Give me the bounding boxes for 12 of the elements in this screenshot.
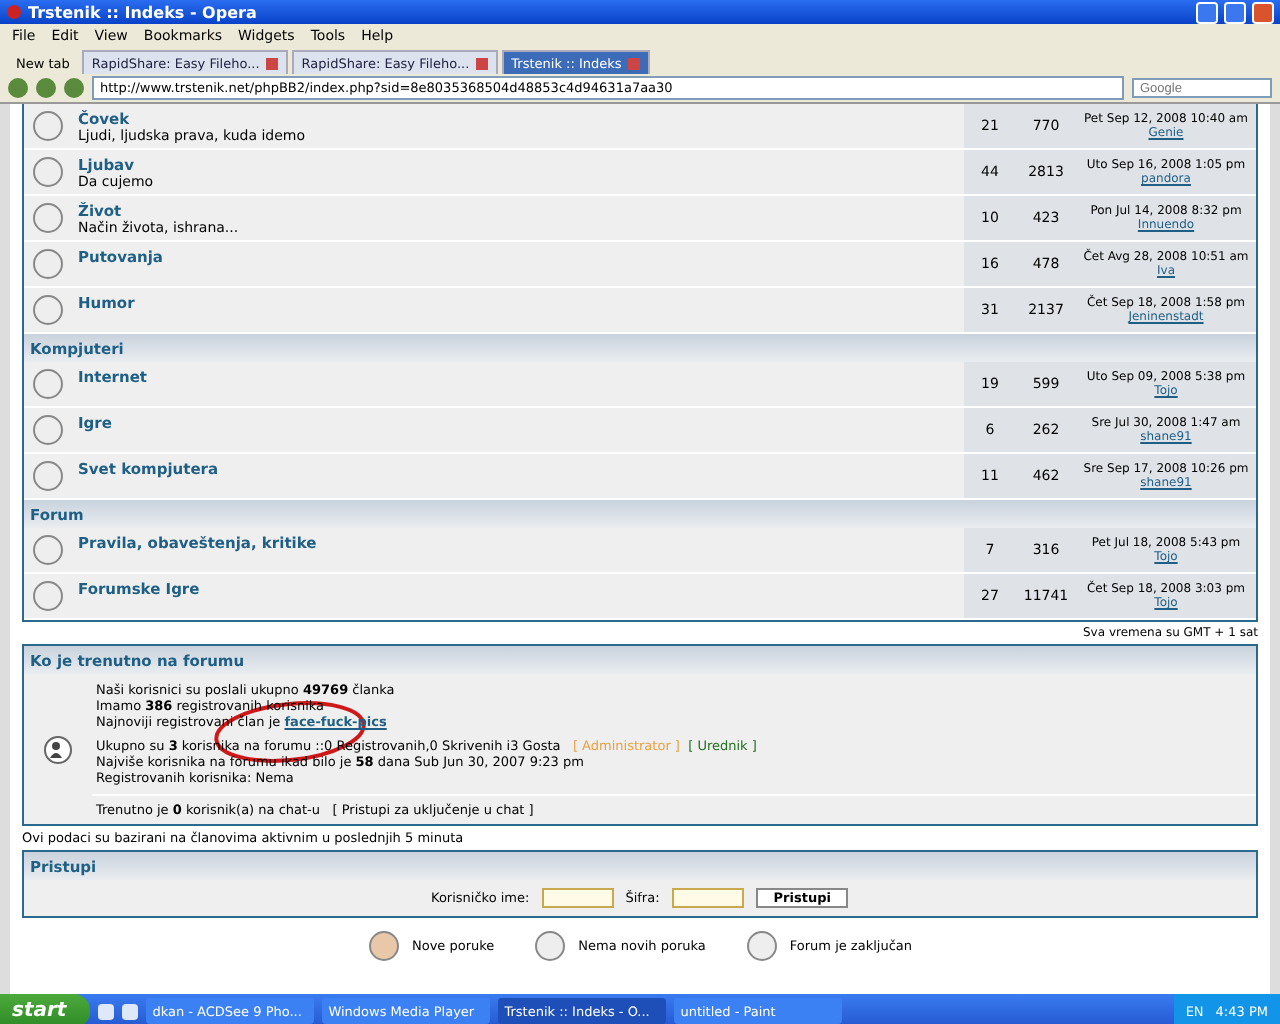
close-tab-icon[interactable] xyxy=(475,57,488,69)
password-field[interactable] xyxy=(671,888,744,908)
minimize-button[interactable] xyxy=(1196,1,1218,23)
window-title: Trstenik :: Indeks - Opera xyxy=(28,3,259,21)
start-button[interactable]: start xyxy=(0,994,91,1024)
new-posts-icon xyxy=(367,930,400,962)
users-icon xyxy=(44,735,72,763)
close-tab-icon[interactable] xyxy=(265,57,278,69)
browser-logo-icon xyxy=(6,4,22,20)
maximize-button[interactable] xyxy=(1224,1,1246,23)
username-field[interactable] xyxy=(541,888,614,908)
close-button[interactable] xyxy=(1252,1,1274,23)
